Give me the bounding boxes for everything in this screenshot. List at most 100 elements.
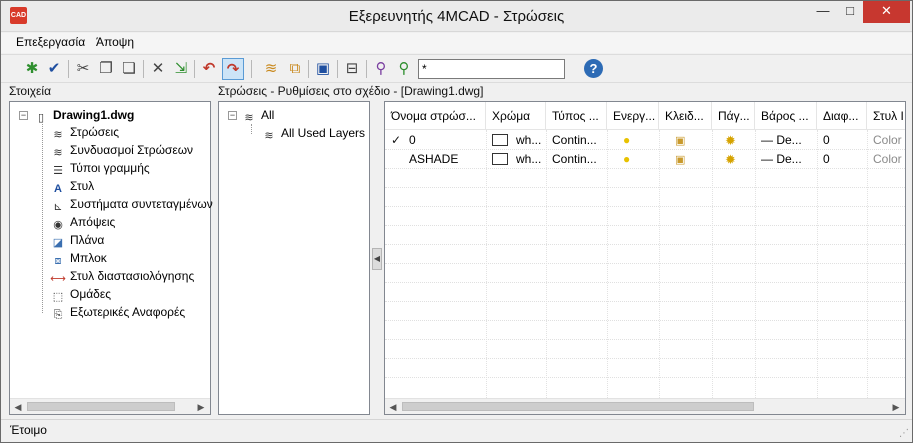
- layer-settings-icon[interactable]: ≋: [260, 58, 282, 80]
- tree-item-views[interactable]: ◉ Απόψεις: [50, 213, 115, 231]
- toolbar: ✱ ✔ ✂ ❐ ❏ ✕ ⇲ ↶ ↷ ≋ ⧉ ▣ ⊟ ⚲ ⚲ * ?: [1, 54, 912, 83]
- table-row[interactable]: ✓ 0 wh... Contin... ● ▣ ✹ — De... 0 Colo…: [385, 131, 905, 150]
- collapse-icon[interactable]: −: [228, 111, 237, 120]
- menu-bar: Επεξεργασία Άποψη: [1, 33, 912, 53]
- scroll-right-icon[interactable]: ▶: [194, 400, 208, 414]
- elements-panel-header: Στοιχεία: [9, 84, 52, 98]
- layer-on-toggle[interactable]: ●: [607, 131, 659, 150]
- layers-icon: ≋: [53, 129, 63, 141]
- column-header-transparency[interactable]: Διαφ...: [817, 102, 867, 130]
- collapse-icon[interactable]: −: [19, 111, 28, 120]
- minimize-button[interactable]: —: [808, 1, 838, 23]
- tree-item-text-styles[interactable]: A Στυλ: [50, 177, 94, 195]
- layer-freeze-toggle[interactable]: ✹: [712, 131, 755, 150]
- layer-plot-style[interactable]: Color: [867, 131, 905, 150]
- tree-item-coordinate-systems[interactable]: ⊾ Συστήματα συντεταγμένων: [50, 195, 212, 213]
- filter-apply-icon[interactable]: ⚲: [393, 58, 415, 80]
- tree-horizontal-scrollbar[interactable]: ◀ ▶: [10, 398, 210, 414]
- blocks-icon: ⧈: [54, 255, 62, 267]
- cut-icon[interactable]: ✂: [72, 58, 94, 80]
- layer-name: 0: [409, 133, 416, 147]
- check-icon[interactable]: ✔: [43, 58, 65, 80]
- document-icon: ▯: [37, 112, 45, 124]
- column-header-frozen[interactable]: Πάγ...: [712, 102, 755, 130]
- toolbar-separator: [337, 60, 338, 78]
- tree-item-groups[interactable]: ⬚ Ομάδες: [50, 285, 111, 303]
- panel-splitter-toggle[interactable]: ◀: [372, 248, 382, 270]
- column-header-on[interactable]: Ενεργ...: [607, 102, 659, 130]
- elements-tree[interactable]: − ▯ Drawing1.dwg ≋ Στρώσεις ≋ Συνδυασμοί Στ…: [9, 101, 213, 415]
- layer-freeze-toggle[interactable]: ✹: [712, 150, 755, 169]
- tree-item-dimension-styles[interactable]: ⟷ Στυλ διαστασιολόγησης: [50, 267, 194, 285]
- tree-item-layouts[interactable]: ◪ Πλάνα: [50, 231, 105, 249]
- tree-line: [42, 124, 43, 313]
- scroll-thumb[interactable]: [27, 402, 175, 411]
- layer-transparency[interactable]: 0: [817, 150, 867, 169]
- lightbulb-icon: ●: [623, 133, 631, 147]
- tree-item-layer-combinations[interactable]: ≋ Συνδυασμοί Στρώσεων: [50, 141, 193, 159]
- tree-root-drawing[interactable]: ▯ Drawing1.dwg: [33, 106, 134, 124]
- tree-item-layers[interactable]: ≋ Στρώσεις: [50, 123, 119, 141]
- layer-state-icon[interactable]: ▣: [312, 58, 334, 80]
- layer-color[interactable]: wh...: [486, 150, 546, 169]
- menu-view[interactable]: Άποψη: [96, 35, 134, 49]
- layer-lock-toggle[interactable]: ▣: [659, 131, 712, 150]
- column-header-color[interactable]: Χρώμα: [486, 102, 546, 130]
- lineweight-line-icon: —: [761, 133, 773, 147]
- close-button[interactable]: ✕: [863, 1, 910, 23]
- layer-linetype[interactable]: Contin...: [546, 150, 607, 169]
- column-header-name[interactable]: Όνομα στρώσ...: [385, 102, 486, 130]
- table-row[interactable]: ASHADE wh... Contin... ● ▣ ✹ — De... 0 C…: [385, 150, 905, 169]
- redo-icon[interactable]: ↷: [222, 58, 244, 80]
- layer-linetype[interactable]: Contin...: [546, 131, 607, 150]
- color-swatch: [492, 134, 508, 146]
- scroll-thumb[interactable]: [402, 402, 754, 411]
- layer-transparency[interactable]: 0: [817, 131, 867, 150]
- scroll-left-icon[interactable]: ◀: [11, 400, 25, 414]
- layer-filter-input[interactable]: *: [418, 59, 565, 79]
- window-title: Εξερευνητής 4MCAD - Στρώσεις: [348, 8, 565, 25]
- layouts-icon: ◪: [52, 237, 64, 249]
- resize-grip-icon[interactable]: ⋰: [897, 428, 909, 440]
- column-header-locked[interactable]: Κλειδ...: [659, 102, 712, 130]
- layer-lineweight[interactable]: — De...: [755, 150, 817, 169]
- delete-icon[interactable]: ✕: [147, 58, 169, 80]
- tree-item-external-references[interactable]: ⎘ Εξωτερικές Αναφορές: [50, 303, 186, 321]
- layer-plot-style[interactable]: Color: [867, 150, 905, 169]
- new-layer-icon[interactable]: ✱: [21, 58, 43, 80]
- layer-lineweight[interactable]: — De...: [755, 131, 817, 150]
- layer-color[interactable]: wh...: [486, 131, 546, 150]
- paste-icon[interactable]: ❏: [118, 58, 140, 80]
- layers-panel-header: Στρώσεις - Ρυθμίσεις στο σχέδιο - [Drawi…: [218, 84, 484, 98]
- layer-filters-tree[interactable]: − ≋ All ≋ All Used Layers: [218, 101, 370, 415]
- export-icon[interactable]: ⇲: [170, 58, 192, 80]
- layers-table[interactable]: Όνομα στρώσ... Χρώμα Τύπος ... Ενεργ... …: [384, 101, 906, 415]
- tree-item-blocks[interactable]: ⧈ Μπλοκ: [50, 249, 107, 267]
- filter-item-all-used-layers[interactable]: ≋ All Used Layers: [261, 124, 365, 142]
- layer-print-icon[interactable]: ⊟: [341, 58, 363, 80]
- undo-icon[interactable]: ↶: [198, 58, 220, 80]
- tree-item-linetypes[interactable]: ☰ Τύποι γραμμής: [50, 159, 150, 177]
- scroll-right-icon[interactable]: ▶: [889, 400, 903, 414]
- filter-icon[interactable]: ⚲: [370, 58, 392, 80]
- column-header-lineweight[interactable]: Βάρος ...: [755, 102, 817, 130]
- table-horizontal-scrollbar[interactable]: ◀ ▶: [385, 398, 905, 414]
- layers-icon: ≋: [244, 112, 254, 124]
- column-header-plot-style[interactable]: Στυλ Ι: [867, 102, 905, 130]
- toolbar-separator: [143, 60, 144, 78]
- layer-on-toggle[interactable]: ●: [607, 150, 659, 169]
- status-bar: Έτοιμο ⋰: [1, 419, 912, 442]
- color-swatch: [492, 153, 508, 165]
- copy-icon[interactable]: ❐: [95, 58, 117, 80]
- sun-icon: ✹: [725, 133, 736, 148]
- title-bar[interactable]: CAD Εξερευνητής 4MCAD - Στρώσεις — □ ✕: [1, 1, 912, 32]
- help-icon[interactable]: ?: [584, 59, 603, 78]
- layer-lock-toggle[interactable]: ▣: [659, 150, 712, 169]
- maximize-button[interactable]: □: [835, 1, 865, 23]
- coordinate-systems-icon: ⊾: [53, 201, 63, 213]
- filter-item-all[interactable]: ≋ All: [241, 106, 274, 124]
- menu-edit[interactable]: Επεξεργασία: [16, 35, 85, 49]
- column-header-linetype[interactable]: Τύπος ...: [546, 102, 607, 130]
- layer-filter-icon[interactable]: ⧉: [284, 58, 306, 80]
- scroll-left-icon[interactable]: ◀: [386, 400, 400, 414]
